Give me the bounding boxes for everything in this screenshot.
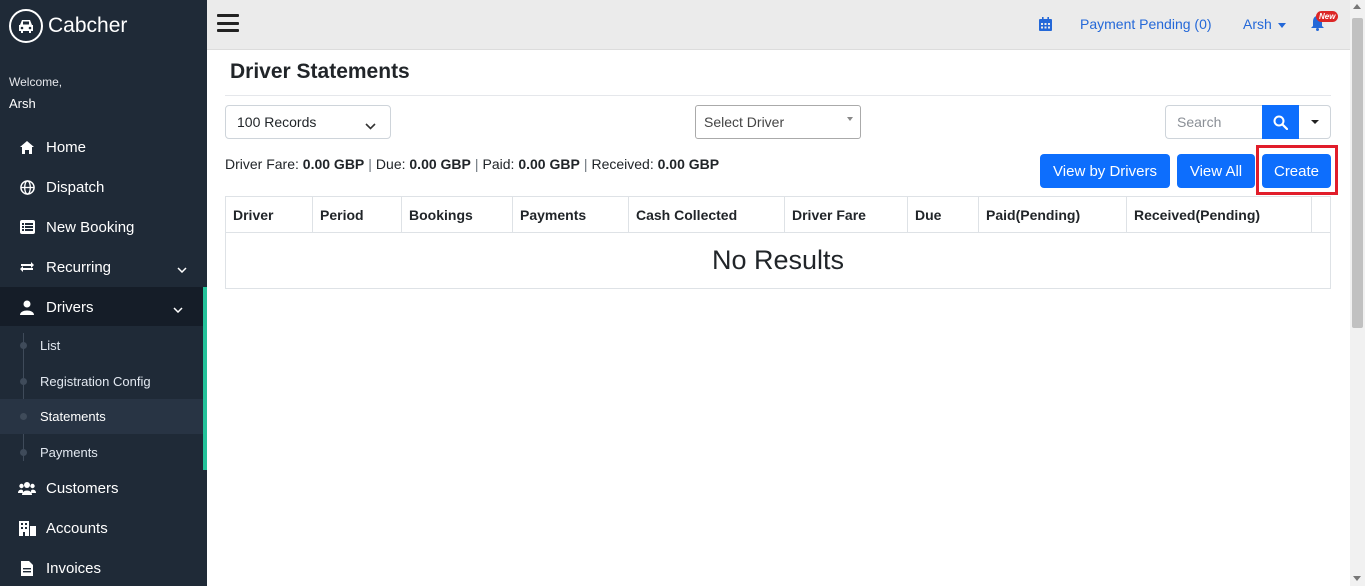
car-icon <box>9 9 43 43</box>
hamburger-menu-icon[interactable] <box>217 14 239 32</box>
caret-down-icon <box>1277 22 1286 28</box>
search-options-dropdown[interactable] <box>1299 105 1331 139</box>
brand-name: Cabcher <box>48 14 128 37</box>
file-icon <box>18 559 36 577</box>
page-title: Driver Statements <box>230 60 410 83</box>
bullet-dot <box>20 342 27 349</box>
sidebar-item-dispatch[interactable]: Dispatch <box>0 167 207 207</box>
sidebar-item-label: New Booking <box>46 218 135 236</box>
chevron-down-icon <box>365 117 376 133</box>
search-icon <box>1273 115 1288 130</box>
sidebar-item-home[interactable]: Home <box>0 127 207 167</box>
list-icon <box>18 218 36 236</box>
submenu-item-list[interactable]: List <box>0 328 203 363</box>
chevron-down-icon <box>177 260 187 277</box>
records-per-page-select[interactable]: 100 Records <box>225 105 391 139</box>
sidebar-item-label: Recurring <box>46 258 112 276</box>
globe-icon <box>18 178 36 196</box>
submenu-item-label: Registration Config <box>40 374 151 389</box>
user-name: Arsh <box>1243 16 1272 32</box>
submenu-item-payments[interactable]: Payments <box>0 435 203 470</box>
due-value: 0.00 GBP <box>409 156 471 172</box>
scroll-down-arrow-icon[interactable] <box>1353 576 1361 581</box>
due-label: Due: <box>375 156 406 172</box>
search-button[interactable] <box>1262 105 1299 139</box>
column-header[interactable]: Paid(Pending) <box>979 197 1127 232</box>
sidebar-item-accounts[interactable]: Accounts <box>0 508 207 548</box>
sidebar-username: Arsh <box>9 96 36 111</box>
view-all-button[interactable]: View All <box>1177 154 1255 188</box>
statement-summary: Driver Fare: 0.00 GBP | Due: 0.00 GBP | Paid… <box>225 156 719 172</box>
caret-down-icon <box>1310 120 1319 124</box>
sidebar-item-new-booking[interactable]: New Booking <box>0 207 207 247</box>
paid-value: 0.00 GBP <box>518 156 580 172</box>
divider <box>225 95 1331 96</box>
column-header[interactable]: Due <box>908 197 979 232</box>
bullet-dot <box>20 413 27 420</box>
sidebar-item-label: Dispatch <box>46 178 105 196</box>
scrollbar[interactable] <box>1350 0 1365 586</box>
home-icon <box>18 138 36 156</box>
submenu-item-statements[interactable]: Statements <box>0 399 203 434</box>
welcome-text: Welcome, <box>9 75 63 89</box>
submenu-item-registration-config[interactable]: Registration Config <box>0 364 203 399</box>
new-badge: New <box>1316 11 1339 22</box>
submenu-item-label: List <box>40 338 61 353</box>
records-select-value: 100 Records <box>237 114 317 130</box>
search-input[interactable] <box>1165 105 1263 139</box>
submenu-item-label: Statements <box>40 409 106 424</box>
chevron-down-icon <box>173 300 183 317</box>
payment-pending-link[interactable]: Payment Pending (0) <box>1080 16 1212 32</box>
sidebar-item-label: Customers <box>46 479 119 497</box>
highlight-box <box>1256 145 1338 195</box>
column-header[interactable]: Cash Collected <box>629 197 785 232</box>
column-header[interactable]: Driver <box>226 197 313 232</box>
driver-fare-label: Driver Fare: <box>225 156 299 172</box>
statements-table: Driver Period Bookings Payments Cash Col… <box>225 196 1331 289</box>
received-value: 0.00 GBP <box>657 156 720 172</box>
submenu-item-label: Payments <box>40 445 98 460</box>
bullet-dot <box>20 378 27 385</box>
scroll-up-arrow-icon[interactable] <box>1353 4 1361 9</box>
sidebar-item-label: Drivers <box>46 298 94 316</box>
user-dropdown[interactable]: Arsh <box>1243 16 1286 32</box>
view-by-drivers-button[interactable]: View by Drivers <box>1040 154 1170 188</box>
sidebar: Cabcher Welcome, Arsh Home Dispatch New … <box>0 0 207 586</box>
bullet-dot <box>20 449 27 456</box>
sidebar-item-label: Invoices <box>46 559 102 577</box>
separator: | <box>474 156 479 172</box>
scroll-thumb[interactable] <box>1352 18 1363 328</box>
paid-label: Paid: <box>482 156 515 172</box>
driver-icon <box>18 298 36 316</box>
column-header[interactable]: Bookings <box>402 197 513 232</box>
empty-state-text: No Results <box>711 245 845 275</box>
top-navbar: Payment Pending (0) Arsh New <box>207 0 1350 50</box>
sidebar-item-customers[interactable]: Customers <box>0 468 207 508</box>
sidebar-item-label: Home <box>46 138 87 156</box>
sidebar-item-drivers[interactable]: Drivers <box>0 287 207 327</box>
brand[interactable]: Cabcher <box>9 8 127 44</box>
caret-down-icon <box>847 117 853 121</box>
table-header: Driver Period Bookings Payments Cash Col… <box>226 197 1330 233</box>
sidebar-item-invoices[interactable]: Invoices <box>0 548 207 586</box>
separator: | <box>368 156 372 172</box>
received-label: Received: <box>591 156 654 172</box>
sidebar-item-recurring[interactable]: Recurring <box>0 247 207 287</box>
repeat-icon <box>18 258 36 276</box>
users-icon <box>18 479 36 497</box>
column-header[interactable]: Period <box>313 197 402 232</box>
column-header[interactable]: Payments <box>513 197 629 232</box>
building-icon <box>18 519 36 537</box>
driver-select[interactable]: Select Driver <box>695 105 861 139</box>
column-header[interactable]: Driver Fare <box>785 197 908 232</box>
column-header[interactable]: Received(Pending) <box>1127 197 1312 232</box>
driver-select-value: Select Driver <box>704 114 785 130</box>
driver-fare-value: 0.00 GBP <box>302 156 365 172</box>
separator: | <box>583 156 588 172</box>
calendar-icon[interactable] <box>1039 17 1052 36</box>
sidebar-item-label: Accounts <box>46 519 108 537</box>
